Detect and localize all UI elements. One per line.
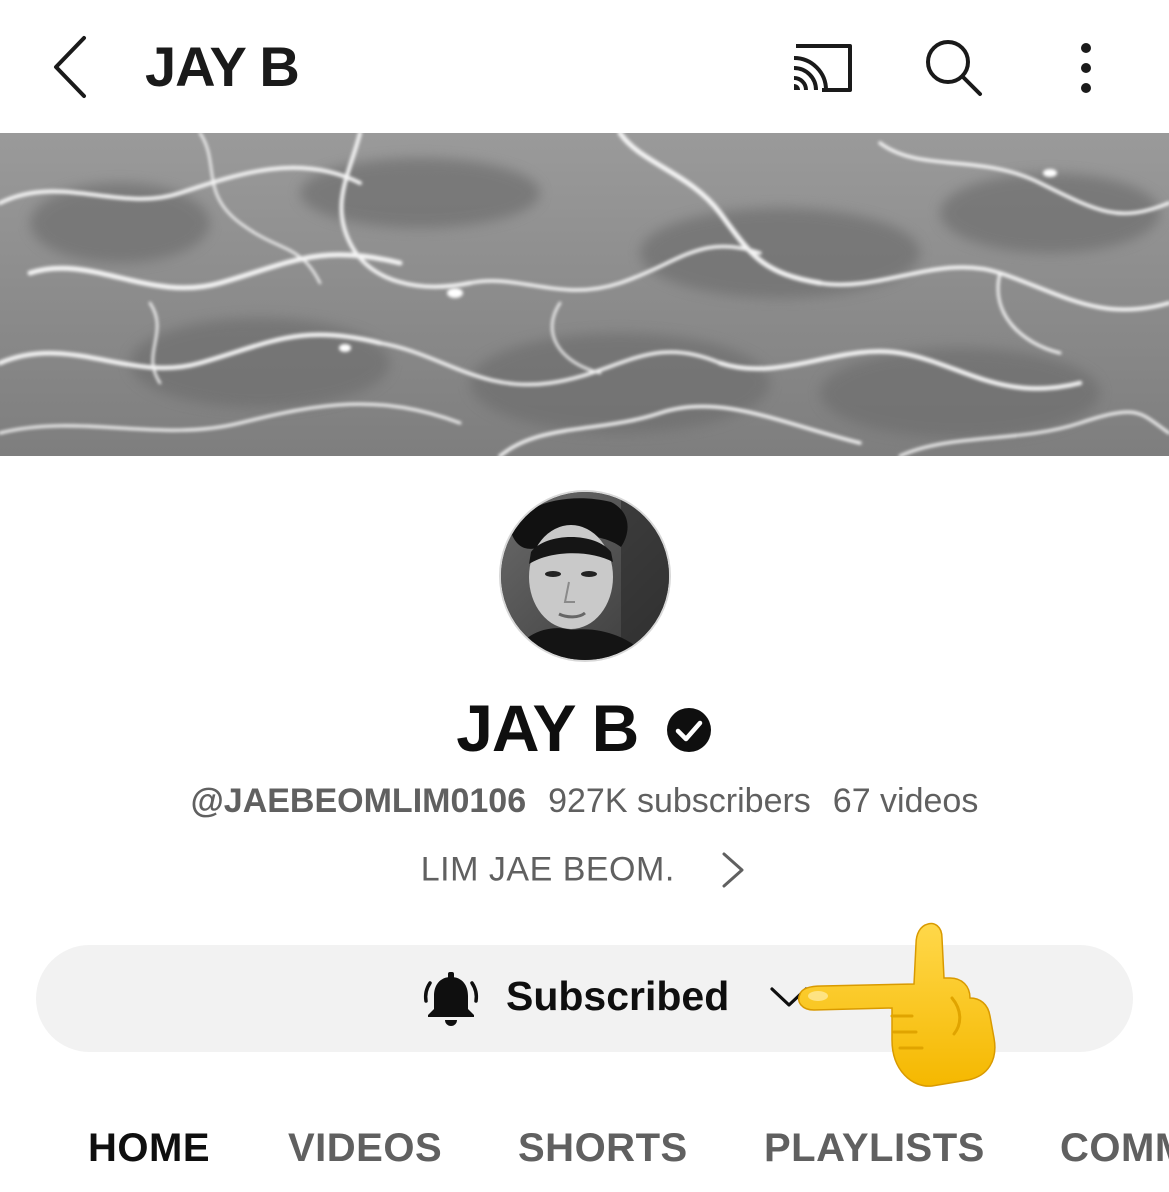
video-count: 67 videos — [832, 782, 979, 820]
banner-water-image — [0, 133, 1169, 456]
page-title: JAY B — [145, 35, 300, 98]
channel-description-link[interactable]: LIM JAE BEOM. — [0, 848, 1169, 892]
tab-community[interactable]: COMMUNITY — [1060, 1126, 1169, 1171]
channel-description: LIM JAE BEOM. — [420, 850, 675, 889]
tab-home[interactable]: HOME — [88, 1126, 210, 1171]
avatar-portrait-image — [501, 492, 669, 660]
cast-button[interactable] — [786, 36, 858, 100]
channel-handle: @JAEBEOMLIM0106 — [190, 782, 527, 820]
cast-icon — [793, 44, 852, 92]
search-icon — [926, 40, 982, 96]
chevron-right-icon — [722, 852, 744, 888]
channel-meta: @JAEBEOMLIM0106 927K subscribers 67 videos — [0, 782, 1169, 821]
more-options-button[interactable] — [1060, 36, 1112, 100]
chevron-left-icon — [54, 36, 86, 98]
tab-shorts[interactable]: SHORTS — [518, 1126, 688, 1171]
verified-check-icon — [666, 708, 711, 752]
tab-videos[interactable]: VIDEOS — [288, 1126, 442, 1171]
top-app-bar: JAY B — [0, 0, 1169, 133]
tab-playlists[interactable]: PLAYLISTS — [764, 1126, 985, 1171]
channel-name-row: JAY B — [0, 690, 1169, 770]
channel-name: JAY B — [456, 691, 639, 765]
bell-icon — [423, 972, 479, 1026]
pointing-hand-emoji — [798, 922, 996, 1087]
more-vert-icon — [1081, 43, 1091, 93]
subscribed-label: Subscribed — [506, 973, 730, 1019]
channel-avatar[interactable] — [499, 490, 671, 662]
search-button[interactable] — [920, 34, 990, 100]
back-button[interactable] — [38, 30, 102, 104]
channel-banner — [0, 133, 1169, 456]
subscriber-count: 927K subscribers — [548, 782, 811, 820]
channel-tabs: HOME VIDEOS SHORTS PLAYLISTS COMMUNITY — [0, 1108, 1169, 1192]
